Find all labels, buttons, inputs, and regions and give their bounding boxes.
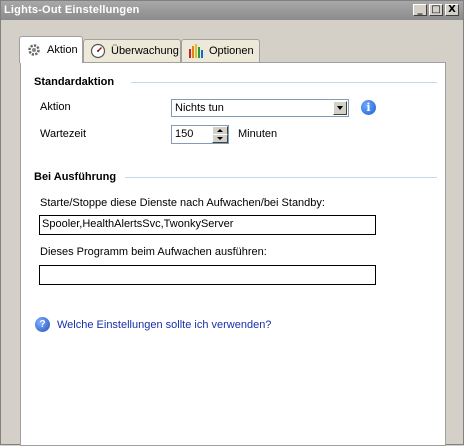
help-link[interactable]: Welche Einstellungen sollte ich verwende… bbox=[57, 319, 271, 331]
tab-ueberwachung[interactable]: Überwachung bbox=[83, 39, 181, 62]
aktion-select[interactable]: Nichts tun bbox=[171, 99, 349, 117]
minimize-button[interactable]: _ bbox=[413, 4, 427, 16]
wartezeit-value: 150 bbox=[175, 128, 194, 140]
services-input-value: Spooler,HealthAlertsSvc,TwonkyServer bbox=[42, 218, 234, 230]
section-title-standardaktion: Standardaktion bbox=[34, 76, 115, 88]
tab-aktion[interactable]: Aktion bbox=[19, 36, 83, 63]
services-label: Starte/Stoppe diese Dienste nach Aufwach… bbox=[40, 197, 325, 209]
section-title-ausfuehrung: Bei Ausführung bbox=[34, 171, 117, 183]
chevron-down-icon[interactable] bbox=[333, 101, 347, 115]
aktion-label: Aktion bbox=[40, 101, 71, 113]
bar-chart-icon bbox=[188, 43, 204, 59]
settings-window: Lights-Out Einstellungen _ □ X Aktion Üb… bbox=[0, 0, 464, 446]
close-button[interactable]: X bbox=[445, 4, 459, 16]
tab-panel-aktion: Standardaktion Aktion Nichts tun i Warte… bbox=[20, 62, 446, 446]
wartezeit-label: Wartezeit bbox=[40, 128, 87, 140]
program-label: Dieses Programm beim Aufwachen ausführen… bbox=[40, 246, 267, 258]
tab-label: Optionen bbox=[209, 45, 254, 57]
window-title: Lights-Out Einstellungen bbox=[4, 4, 140, 16]
tab-label: Aktion bbox=[47, 44, 78, 56]
help-icon[interactable]: ? bbox=[35, 317, 50, 332]
tab-optionen[interactable]: Optionen bbox=[181, 39, 260, 62]
section-divider bbox=[125, 177, 437, 178]
wartezeit-stepper[interactable]: 150 bbox=[171, 125, 229, 144]
info-icon[interactable]: i bbox=[361, 100, 376, 115]
section-divider bbox=[131, 82, 437, 83]
gear-icon bbox=[26, 42, 42, 58]
title-bar[interactable]: Lights-Out Einstellungen _ □ X bbox=[1, 1, 463, 20]
tab-label: Überwachung bbox=[111, 45, 179, 57]
maximize-button[interactable]: □ bbox=[429, 4, 443, 16]
program-input[interactable] bbox=[39, 265, 376, 285]
spin-down-icon[interactable] bbox=[212, 134, 228, 143]
aktion-select-value: Nichts tun bbox=[175, 102, 224, 114]
wartezeit-unit: Minuten bbox=[238, 128, 278, 140]
services-input[interactable]: Spooler,HealthAlertsSvc,TwonkyServer bbox=[39, 215, 376, 235]
gauge-icon bbox=[90, 43, 106, 59]
